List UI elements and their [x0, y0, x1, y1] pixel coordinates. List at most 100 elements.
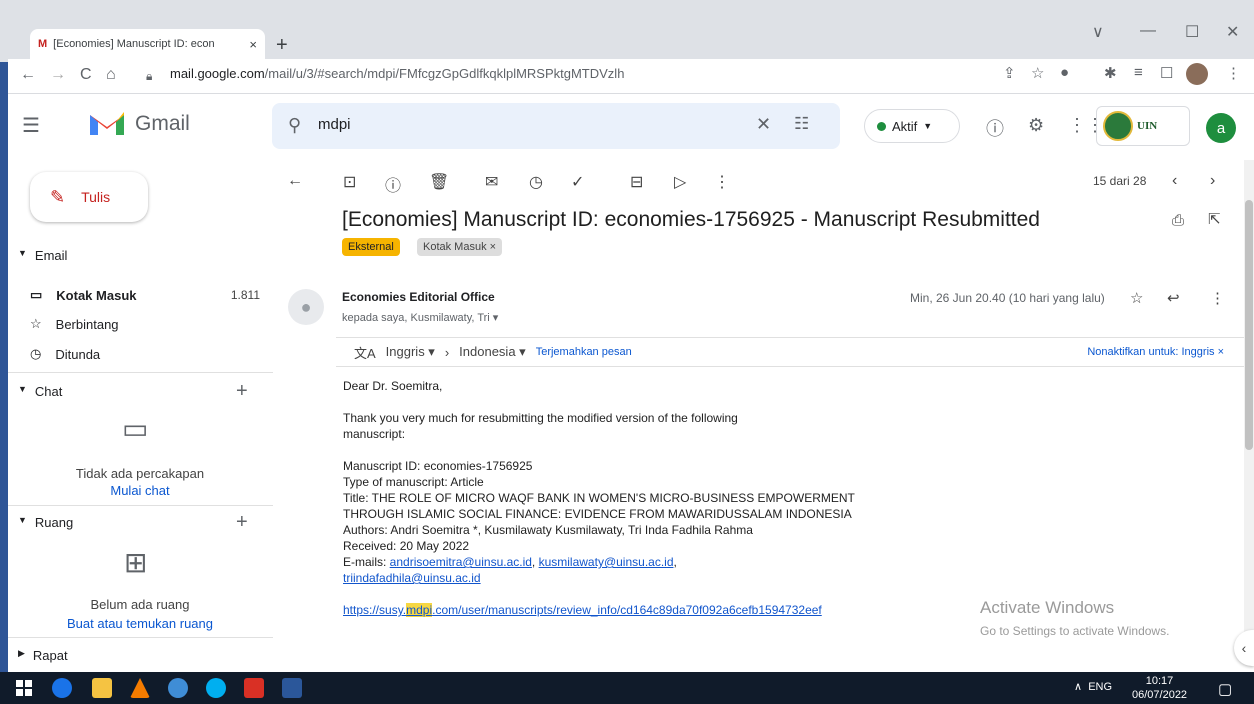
- file-explorer-icon[interactable]: [92, 678, 112, 698]
- sender-name[interactable]: Economies Editorial Office: [342, 290, 495, 304]
- account-avatar[interactable]: a: [1206, 113, 1236, 143]
- reply-icon[interactable]: ↩: [1167, 289, 1180, 307]
- search-input[interactable]: [318, 116, 718, 133]
- status-dropdown[interactable]: Aktif ▼: [864, 109, 960, 143]
- search-options-icon[interactable]: ☷: [794, 114, 809, 134]
- next-message-icon[interactable]: ›: [1210, 172, 1215, 190]
- report-spam-icon[interactable]: ⓘ: [385, 172, 401, 196]
- extension-icon[interactable]: ●: [1060, 64, 1069, 81]
- previous-message-icon[interactable]: ‹: [1172, 172, 1177, 190]
- search-icon[interactable]: ⚲: [288, 115, 301, 136]
- bookmark-star-icon[interactable]: ☆: [1031, 64, 1044, 82]
- browser-tab[interactable]: M [Economies] Manuscript ID: econ ×: [30, 29, 265, 59]
- browser-menu-icon[interactable]: ⋮: [1226, 64, 1241, 82]
- tab-close-icon[interactable]: ×: [249, 37, 257, 52]
- reading-list-icon[interactable]: ≡: [1134, 64, 1143, 81]
- disable-translate-link[interactable]: Nonaktifkan untuk: Inggris ×: [1087, 346, 1224, 358]
- more-options-icon[interactable]: ⋮: [714, 172, 730, 192]
- puzzle-extensions-icon[interactable]: ✱: [1104, 64, 1117, 82]
- delete-icon[interactable]: 🗑︎: [429, 172, 449, 192]
- caret-down-icon: ▼: [18, 384, 27, 394]
- email-link[interactable]: triindafadhila@uinsu.ac.id: [343, 571, 481, 585]
- clear-search-icon[interactable]: ✕: [756, 114, 771, 135]
- rooms-section-header[interactable]: ▼ Ruang +: [18, 511, 248, 533]
- notification-icon[interactable]: ▢: [1218, 680, 1232, 698]
- new-chat-plus-icon[interactable]: +: [236, 380, 248, 403]
- reload-icon[interactable]: C: [80, 66, 92, 84]
- new-tab-button[interactable]: +: [276, 34, 288, 57]
- clock-time: 10:17: [1145, 675, 1174, 687]
- back-arrow-icon[interactable]: ←: [20, 66, 36, 84]
- scrollbar-thumb[interactable]: [1245, 200, 1253, 450]
- url-field[interactable]: mail.google.com/mail/u/3/#search/mdpi/FM…: [170, 66, 624, 81]
- recipients[interactable]: kepada saya, Kusmilawaty, Tri ▾: [342, 311, 498, 324]
- main-menu-icon[interactable]: ☰: [22, 113, 40, 138]
- chrome-icon[interactable]: [168, 678, 188, 698]
- label-icon[interactable]: ▷: [674, 172, 686, 192]
- email-link[interactable]: kusmilawaty@uinsu.ac.id: [539, 555, 674, 569]
- translate-message-link[interactable]: Terjemahkan pesan: [536, 346, 632, 358]
- find-room-link[interactable]: Buat atau temukan ruang: [30, 616, 250, 631]
- input-language[interactable]: ENG: [1088, 681, 1112, 693]
- home-icon[interactable]: ⌂: [106, 66, 116, 84]
- system-tray[interactable]: ∧ ENG: [1074, 680, 1112, 693]
- skype-icon[interactable]: [206, 678, 226, 698]
- edge-icon[interactable]: [52, 678, 72, 698]
- target-language-dropdown[interactable]: Indonesia ▾: [459, 344, 526, 360]
- tab-search-icon[interactable]: ∨: [1092, 22, 1104, 42]
- email-section-header[interactable]: ▼ Email: [18, 248, 67, 263]
- label-external[interactable]: Eksternal: [342, 238, 400, 256]
- inbox-icon: ▭: [30, 287, 43, 302]
- profile-avatar[interactable]: [1186, 63, 1208, 85]
- windows-start-icon[interactable]: [16, 680, 32, 696]
- snooze-icon[interactable]: ◷: [529, 172, 543, 192]
- compose-button[interactable]: ✎ Tulis: [30, 172, 148, 222]
- forward-arrow-icon[interactable]: →: [50, 66, 66, 84]
- activate-windows-title: Activate Windows: [980, 598, 1115, 617]
- lock-icon[interactable]: 🔒︎: [146, 69, 152, 84]
- open-new-window-icon[interactable]: ⇱: [1208, 210, 1221, 228]
- side-panel-toggle-icon[interactable]: ‹: [1234, 630, 1254, 666]
- maximize-button[interactable]: ☐: [1185, 22, 1199, 42]
- start-chat-link[interactable]: Mulai chat: [30, 483, 250, 498]
- sidebar-item-inbox[interactable]: ▭ Kotak Masuk 1.811: [30, 281, 260, 309]
- meet-section-header[interactable]: ▶ Rapat: [18, 648, 68, 663]
- university-seal-icon: [1103, 111, 1133, 141]
- activate-windows-subtitle: Go to Settings to activate Windows.: [980, 624, 1170, 638]
- pager-count: 15 dari 28: [1093, 174, 1147, 188]
- close-window-button[interactable]: ✕: [1226, 22, 1239, 42]
- chat-section-header[interactable]: ▼ Chat +: [18, 380, 248, 402]
- add-task-icon[interactable]: ✓: [571, 172, 584, 192]
- message-more-icon[interactable]: ⋮: [1210, 289, 1225, 307]
- mark-unread-icon[interactable]: ✉: [485, 172, 498, 192]
- move-to-icon[interactable]: ⊟: [630, 172, 643, 192]
- side-panel-icon[interactable]: ☐: [1160, 64, 1173, 82]
- sidebar-item-snoozed[interactable]: ◷ Ditunda: [30, 340, 260, 368]
- source-language-dropdown[interactable]: Inggris ▾: [386, 344, 435, 360]
- sidebar-divider: [8, 505, 273, 506]
- settings-gear-icon[interactable]: ⚙: [1028, 115, 1044, 136]
- arrow-right-icon: ›: [444, 344, 450, 360]
- organization-logo[interactable]: UIN: [1096, 106, 1190, 146]
- word-icon[interactable]: [282, 678, 302, 698]
- greeting: Dear Dr. Soemitra,: [343, 379, 443, 393]
- acrobat-icon[interactable]: [244, 678, 264, 698]
- archive-icon[interactable]: ⊡: [343, 172, 356, 192]
- minimize-button[interactable]: —: [1140, 22, 1156, 40]
- tray-chevron-icon[interactable]: ∧: [1074, 681, 1082, 693]
- help-icon[interactable]: ⓘ: [986, 115, 1004, 141]
- share-icon[interactable]: ⇪: [1003, 64, 1016, 82]
- new-room-plus-icon[interactable]: +: [236, 511, 248, 534]
- star-message-icon[interactable]: ☆: [1130, 289, 1143, 307]
- sidebar-item-starred[interactable]: ☆ Berbintang: [30, 310, 260, 338]
- email-link[interactable]: andrisoemitra@uinsu.ac.id: [390, 555, 532, 569]
- gmail-favicon-icon: M: [38, 38, 48, 50]
- print-icon[interactable]: ⎙: [1172, 212, 1184, 229]
- pencil-icon: ✎: [50, 186, 66, 207]
- taskbar-clock[interactable]: 10:17 06/07/2022: [1132, 674, 1187, 702]
- review-info-link[interactable]: https://susy.mdpi.com/user/manuscripts/r…: [343, 603, 822, 617]
- scrollbar[interactable]: [1244, 160, 1254, 660]
- org-logo-text: UIN: [1137, 120, 1158, 132]
- back-to-list-icon[interactable]: ←: [287, 172, 303, 190]
- label-inbox[interactable]: Kotak Masuk ×: [417, 238, 503, 256]
